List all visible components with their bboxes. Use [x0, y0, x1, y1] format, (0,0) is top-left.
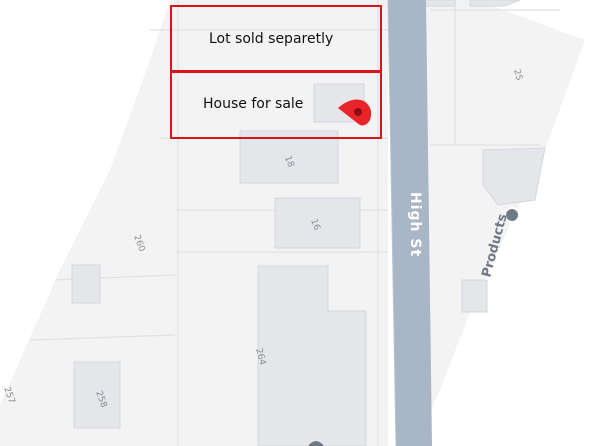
building-top-east	[469, 0, 521, 7]
lot-callout[interactable]: Lot sold separetly	[170, 5, 382, 72]
map-view[interactable]: High St Products 25 18 16 260 264 258 25…	[0, 0, 596, 446]
street-name: High St	[407, 192, 423, 257]
building-top-strip	[424, 0, 456, 7]
building-products	[482, 147, 546, 206]
building-small-west	[71, 264, 101, 304]
house-label: House for sale	[203, 96, 304, 112]
lot-label: Lot sold separetly	[209, 31, 334, 47]
house-callout[interactable]: House for sale	[170, 71, 382, 139]
building-east-small	[461, 279, 488, 313]
